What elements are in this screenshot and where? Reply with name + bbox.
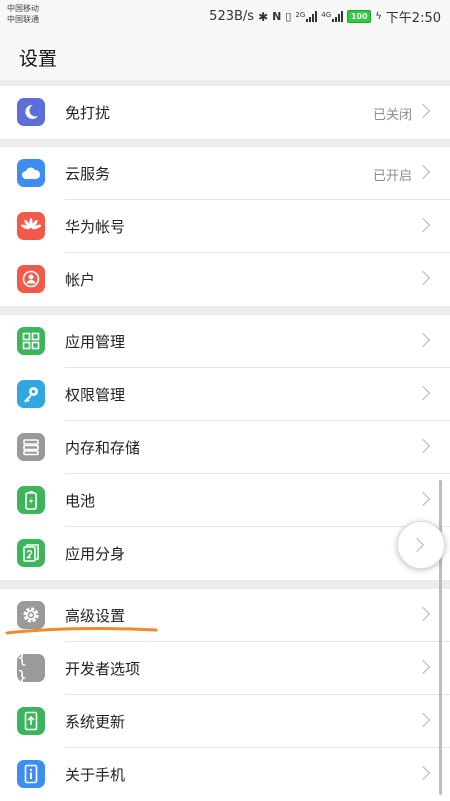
chevron-right-icon bbox=[415, 103, 431, 119]
chevron-right-icon bbox=[415, 164, 431, 180]
item-label: 权限管理 bbox=[65, 386, 126, 404]
page-header: 设置 bbox=[0, 30, 450, 80]
chevron-right-icon bbox=[415, 606, 431, 622]
item-value: 已关闭 bbox=[372, 108, 412, 123]
item-label: 高级设置 bbox=[65, 607, 126, 625]
chevron-right-icon bbox=[415, 765, 431, 781]
item-label: 帐户 bbox=[65, 271, 96, 289]
settings-item-app-twin[interactable]: 应用分身 bbox=[0, 527, 450, 580]
vibrate-icon: ▯ bbox=[285, 10, 292, 23]
storage-icon bbox=[17, 433, 45, 461]
settings-group-system: 高级设置 { } 开发者选项 系统更新 关于手机 bbox=[0, 589, 450, 801]
signal-1-icon: 2G bbox=[295, 11, 318, 22]
settings-item-accounts[interactable]: 帐户 bbox=[0, 253, 450, 306]
settings-group-apps: 应用管理 权限管理 内存和存储 电池 应用分身 bbox=[0, 315, 450, 580]
item-label: 内存和存储 bbox=[65, 439, 141, 457]
item-label: 关于手机 bbox=[65, 766, 126, 784]
settings-item-battery[interactable]: 电池 bbox=[0, 474, 450, 527]
floating-touch-button[interactable] bbox=[397, 521, 445, 569]
settings-group-accounts: 云服务 已开启 华为帐号 帐户 bbox=[0, 147, 450, 306]
item-label: 华为帐号 bbox=[65, 218, 126, 236]
apps-grid-icon bbox=[17, 327, 45, 355]
item-label: 开发者选项 bbox=[65, 660, 141, 678]
braces-icon: { } bbox=[17, 648, 45, 688]
item-label: 系统更新 bbox=[65, 713, 126, 731]
settings-item-do-not-disturb[interactable]: 免打扰 已关闭 bbox=[0, 86, 450, 139]
item-value: 已开启 bbox=[372, 169, 412, 184]
battery-level: 100 bbox=[347, 10, 372, 23]
item-label: 电池 bbox=[65, 492, 96, 510]
chevron-right-icon bbox=[415, 712, 431, 728]
settings-item-about-phone[interactable]: 关于手机 bbox=[0, 748, 450, 801]
chevron-right-icon bbox=[415, 332, 431, 348]
carrier-1: 中国移动 bbox=[7, 4, 39, 13]
settings-group-do-not-disturb: 免打扰 已关闭 bbox=[0, 86, 450, 139]
page-title: 设置 bbox=[19, 48, 58, 70]
item-label: 云服务 bbox=[65, 165, 111, 183]
charging-icon: ϟ bbox=[375, 11, 382, 22]
huawei-icon bbox=[17, 212, 45, 240]
chevron-right-icon bbox=[409, 537, 425, 553]
gear-icon bbox=[17, 601, 45, 629]
system-update-icon bbox=[17, 707, 45, 735]
carrier-info: 中国移动 中国联通 bbox=[7, 3, 39, 25]
info-icon bbox=[17, 760, 45, 788]
status-bar: 中国移动 中国联通 523B/s ✱ N ▯ 2G 4G 100 ϟ 下午2:5… bbox=[0, 0, 450, 30]
settings-item-cloud[interactable]: 云服务 已开启 bbox=[0, 147, 450, 200]
cloud-icon bbox=[17, 159, 45, 187]
chevron-right-icon bbox=[415, 385, 431, 401]
battery-icon bbox=[17, 486, 45, 514]
app-twin-icon bbox=[17, 539, 45, 567]
network-speed: 523B/s bbox=[209, 9, 255, 24]
settings-item-system-update[interactable]: 系统更新 bbox=[0, 695, 450, 748]
bluetooth-icon: ✱ bbox=[258, 9, 269, 24]
key-icon bbox=[17, 380, 45, 408]
network-type-2: 4G bbox=[321, 11, 332, 19]
settings-item-app-management[interactable]: 应用管理 bbox=[0, 315, 450, 368]
chevron-right-icon bbox=[415, 438, 431, 454]
carrier-2: 中国联通 bbox=[7, 15, 39, 24]
item-label: 免打扰 bbox=[65, 104, 111, 122]
status-icons: 523B/s ✱ N ▯ 2G 4G 100 ϟ 下午2:50 bbox=[209, 7, 441, 26]
chevron-right-icon bbox=[415, 659, 431, 675]
scrollbar[interactable] bbox=[439, 480, 442, 795]
settings-item-permissions[interactable]: 权限管理 bbox=[0, 368, 450, 421]
settings-item-huawei-id[interactable]: 华为帐号 bbox=[0, 200, 450, 253]
chevron-right-icon bbox=[415, 491, 431, 507]
clock: 下午2:50 bbox=[385, 11, 441, 26]
settings-item-developer-options[interactable]: { } 开发者选项 bbox=[0, 642, 450, 695]
chevron-right-icon bbox=[415, 270, 431, 286]
network-type-1: 2G bbox=[295, 11, 306, 19]
moon-icon bbox=[17, 98, 45, 126]
settings-item-advanced-settings[interactable]: 高级设置 bbox=[0, 589, 450, 642]
account-icon bbox=[17, 265, 45, 293]
settings-item-storage[interactable]: 内存和存储 bbox=[0, 421, 450, 474]
signal-2-icon: 4G bbox=[321, 11, 344, 22]
braces-glyph: { } bbox=[17, 648, 28, 688]
nfc-icon: N bbox=[272, 10, 282, 23]
item-label: 应用分身 bbox=[65, 545, 126, 563]
chevron-right-icon bbox=[415, 217, 431, 233]
item-label: 应用管理 bbox=[65, 333, 126, 351]
